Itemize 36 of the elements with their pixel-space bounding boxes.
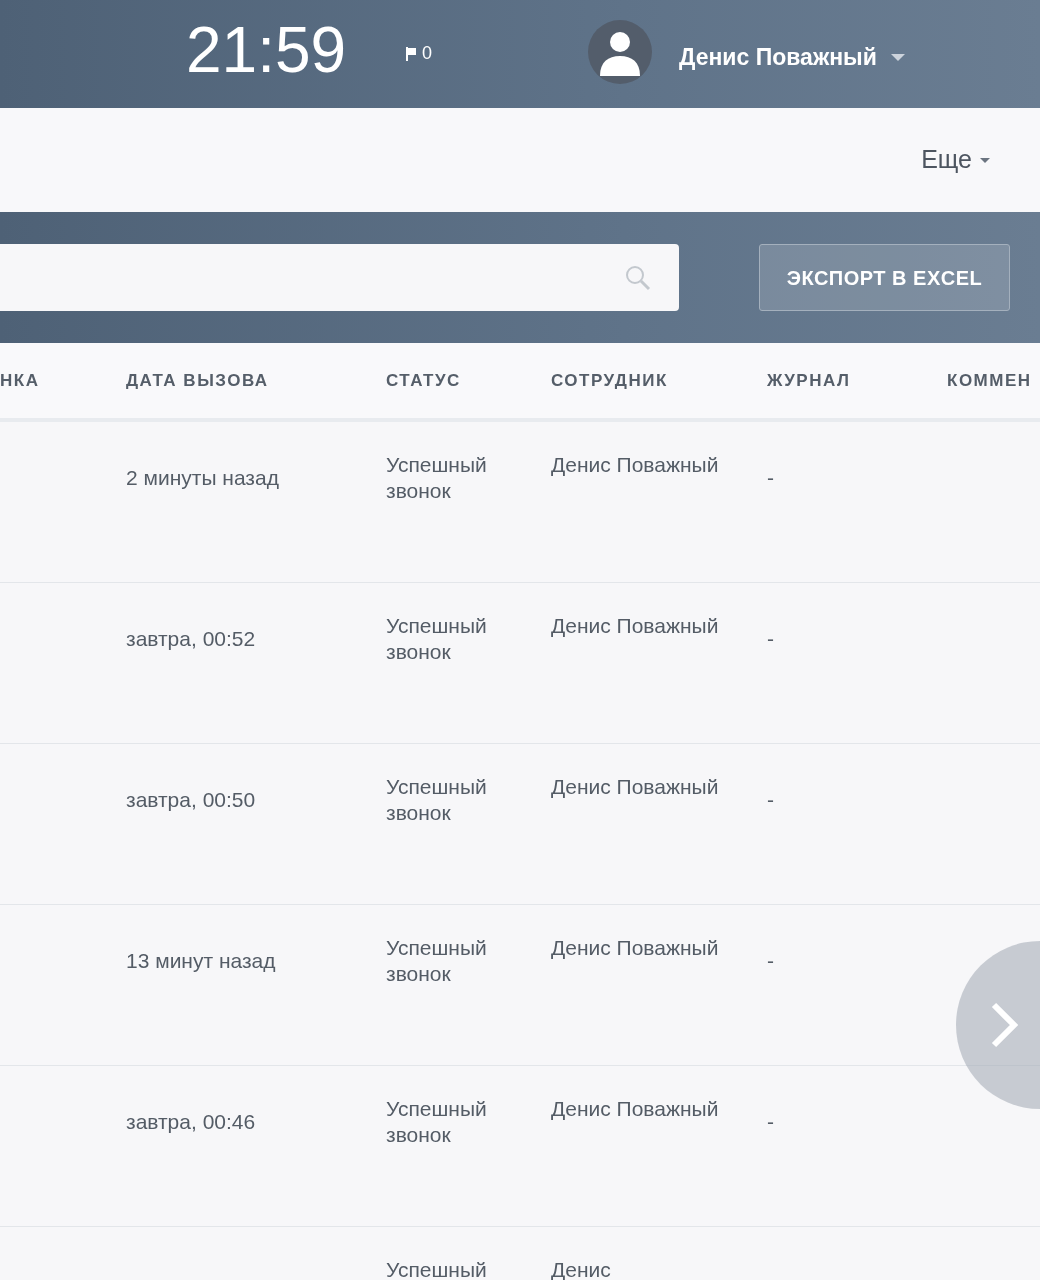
column-header: СОТРУДНИК	[551, 369, 669, 392]
search-icon	[625, 264, 651, 291]
column-header: НКА	[0, 369, 41, 392]
table-cell-text: 13 минут назад	[126, 948, 277, 974]
user-menu[interactable]: Денис Поважный	[679, 40, 905, 75]
flag-icon	[406, 46, 416, 61]
table-cell-text: -	[767, 1109, 775, 1135]
more-menu[interactable]: Еще	[921, 141, 990, 179]
column-header: КОММЕН	[947, 369, 1033, 392]
flag-count: 0	[422, 42, 432, 65]
chevron-right-icon	[990, 1002, 1018, 1048]
clock-time: 21:59	[186, 18, 347, 82]
table-cell-text: -	[767, 948, 775, 974]
search-field[interactable]	[0, 244, 679, 311]
table-cell-text: завтра, 00:46	[126, 1109, 257, 1135]
table-cell-text: Успешный звонок	[386, 935, 488, 987]
column-header: СТАТУС	[386, 369, 462, 392]
export-button[interactable]: ЭКСПОРТ В EXCEL	[759, 244, 1010, 311]
table-cell-text: завтра, 00:52	[126, 626, 257, 652]
table-cell-text: Успешный	[386, 1257, 488, 1280]
table-cell-text: Денис Поважный	[551, 774, 720, 800]
column-header: ЖУРНАЛ	[767, 369, 852, 392]
table-cell-text: -	[767, 465, 775, 491]
table-cell-text: Успешный звонок	[386, 774, 488, 826]
table-cell-text: Успешный звонок	[386, 613, 488, 665]
table-cell-text: Денис Поважный	[551, 452, 720, 478]
table-cell-text: Успешный звонок	[386, 452, 488, 504]
table-cell-text: Успешный звонок	[386, 1096, 488, 1148]
table-cell-text: завтра, 00:50	[126, 787, 257, 813]
table-cell-text: 2 минуты назад	[126, 465, 280, 491]
column-header: ДАТА ВЫЗОВА	[126, 369, 270, 392]
table-cell-text: -	[767, 787, 775, 813]
table-cell-text: -	[767, 626, 775, 652]
table-cell-text: Денис Поважный	[551, 935, 720, 961]
table-cell-text: Денис Поважный	[551, 1096, 720, 1122]
table-cell-text: Денис Поважный	[551, 613, 720, 639]
